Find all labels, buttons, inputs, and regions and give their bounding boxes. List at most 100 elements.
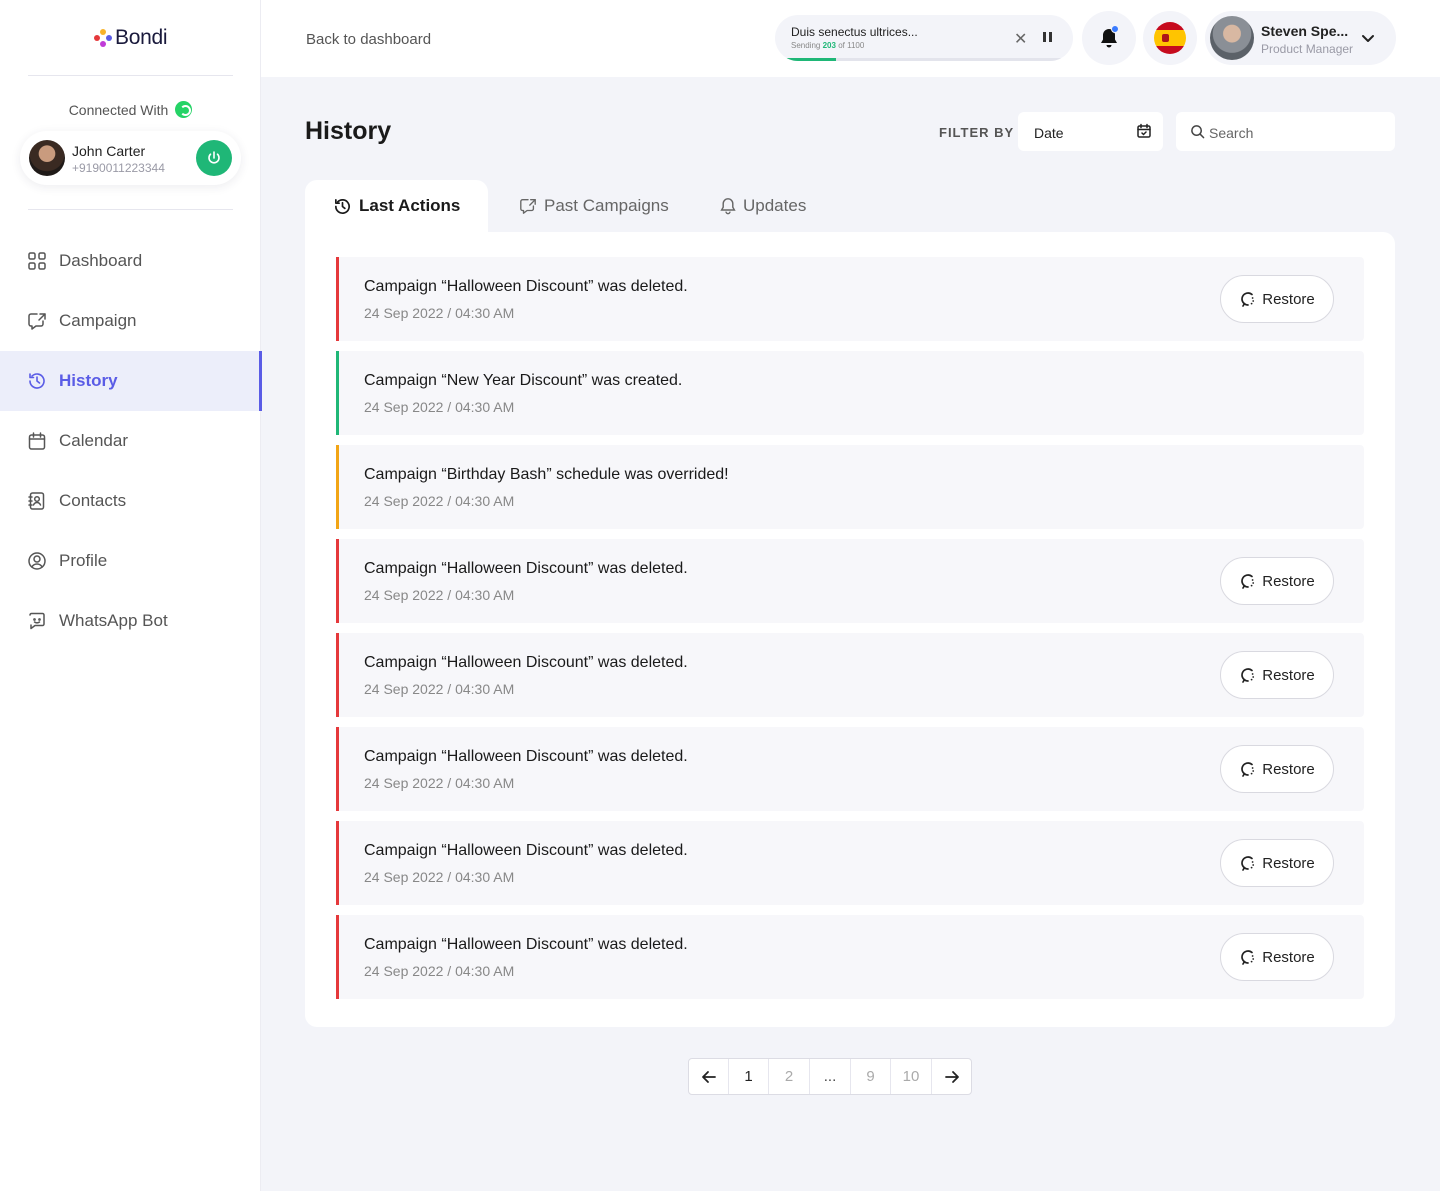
history-message: Campaign “Halloween Discount” was delete… [364, 936, 688, 953]
history-row: Campaign “Halloween Discount” was delete… [336, 915, 1364, 999]
chevron-down-icon [1362, 35, 1374, 42]
filter-label: FILTER BY [939, 125, 1015, 140]
search-placeholder: Search [1209, 125, 1254, 141]
top-bar: Back to dashboard Duis senectus ultrices… [261, 0, 1440, 77]
status-bar [336, 727, 339, 811]
history-message: Campaign “Halloween Discount” was delete… [364, 654, 688, 671]
back-to-dashboard-link[interactable]: Back to dashboard [306, 31, 431, 48]
connected-label: Connected With [68, 101, 169, 118]
sidebar-item-whatsapp-bot[interactable]: WhatsApp Bot [0, 591, 261, 651]
sending-campaign-title: Duis senectus ultrices... [791, 25, 918, 39]
tab-label: Past Campaigns [544, 196, 669, 215]
sending-sent-count: 203 [822, 41, 836, 50]
arrow-left-icon [701, 1070, 716, 1083]
sidebar-nav: Dashboard Campaign History Calendar Cont… [0, 231, 262, 651]
status-bar [336, 915, 339, 999]
restore-icon [1241, 762, 1255, 777]
sidebar-item-label: History [59, 371, 118, 390]
sidebar-item-label: Profile [59, 551, 108, 570]
page-button[interactable]: 1 [729, 1059, 769, 1094]
arrow-right-icon [944, 1070, 959, 1083]
close-icon[interactable]: ✕ [1014, 29, 1027, 49]
sidebar-item-label: Calendar [59, 431, 128, 450]
power-icon [208, 151, 220, 164]
history-message: Campaign “New Year Discount” was created… [364, 372, 683, 389]
next-page-button[interactable] [932, 1059, 971, 1094]
notification-dot [1111, 25, 1119, 33]
history-message: Campaign “Halloween Discount” was delete… [364, 560, 688, 577]
status-bar [336, 351, 339, 435]
tab-past-campaigns[interactable]: Past Campaigns [519, 180, 669, 232]
sidebar-item-calendar[interactable]: Calendar [0, 411, 261, 471]
sending-progress-fill [785, 58, 837, 61]
campaign-icon [520, 199, 536, 214]
sidebar-item-contacts[interactable]: Contacts [0, 471, 261, 531]
history-row: Campaign “Birthday Bash” schedule was ov… [336, 445, 1364, 529]
avatar [1210, 16, 1254, 60]
user-name: Steven Spe... [1261, 23, 1349, 39]
bell-icon [720, 198, 736, 215]
history-row: Campaign “Halloween Discount” was delete… [336, 633, 1364, 717]
whatsapp-icon [175, 101, 193, 118]
page-button[interactable]: 9 [851, 1059, 891, 1094]
history-timestamp: 24 Sep 2022 / 04:30 AM [364, 775, 515, 791]
tab-updates[interactable]: Updates [720, 180, 806, 232]
status-bar [336, 633, 339, 717]
restore-button[interactable]: Restore [1220, 839, 1334, 887]
spain-flag-icon [1154, 22, 1186, 54]
history-timestamp: 24 Sep 2022 / 04:30 AM [364, 587, 515, 603]
date-filter-input[interactable]: Date [1018, 112, 1163, 151]
sidebar-item-label: WhatsApp Bot [59, 611, 168, 630]
brand-logo[interactable]: Bondi [94, 26, 168, 50]
sidebar-item-dashboard[interactable]: Dashboard [0, 231, 261, 291]
sending-progress-widget: Duis senectus ultrices... Sending 203 of… [775, 15, 1073, 61]
history-timestamp: 24 Sep 2022 / 04:30 AM [364, 399, 515, 415]
calendar-icon [1137, 123, 1151, 138]
account-phone: +9190011223344 [72, 161, 165, 175]
connected-account-card: John Carter +9190011223344 [20, 131, 241, 185]
history-timestamp: 24 Sep 2022 / 04:30 AM [364, 869, 515, 885]
brand-name: Bondi [115, 26, 168, 49]
disconnect-button[interactable] [196, 140, 232, 176]
history-icon [29, 373, 45, 389]
previous-page-button[interactable] [689, 1059, 729, 1094]
tab-last-actions[interactable]: Last Actions [305, 180, 489, 232]
sidebar-item-label: Campaign [59, 311, 137, 330]
restore-button[interactable]: Restore [1220, 745, 1334, 793]
sidebar-item-label: Dashboard [59, 251, 143, 270]
history-timestamp: 24 Sep 2022 / 04:30 AM [364, 305, 515, 321]
sending-progress-bar [785, 58, 1063, 61]
divider [28, 75, 233, 76]
restore-button[interactable]: Restore [1220, 933, 1334, 981]
user-menu[interactable]: Steven Spe... Product Manager [1205, 11, 1396, 65]
restore-button[interactable]: Restore [1220, 275, 1334, 323]
history-timestamp: 24 Sep 2022 / 04:30 AM [364, 681, 515, 697]
restore-label: Restore [1262, 854, 1315, 872]
account-name: John Carter [72, 143, 146, 159]
pause-icon[interactable] [1043, 32, 1052, 42]
chat-bot-icon [29, 612, 45, 630]
notifications-button[interactable] [1082, 11, 1136, 65]
sidebar-item-profile[interactable]: Profile [0, 531, 261, 591]
search-input[interactable]: Search [1176, 112, 1395, 151]
page-title: History [305, 117, 392, 145]
restore-icon [1241, 950, 1255, 965]
restore-icon [1241, 574, 1255, 589]
restore-icon [1241, 292, 1255, 307]
history-message: Campaign “Birthday Bash” schedule was ov… [364, 466, 729, 483]
sidebar-item-history[interactable]: History [0, 351, 262, 411]
restore-label: Restore [1262, 666, 1315, 684]
logo-mark-icon [94, 29, 112, 47]
account-avatar [29, 140, 65, 176]
language-button[interactable] [1143, 11, 1197, 65]
restore-icon [1241, 856, 1255, 871]
page-button[interactable]: 10 [891, 1059, 932, 1094]
sidebar: Bondi Connected With John Carter +919001… [0, 0, 262, 1191]
restore-button[interactable]: Restore [1220, 557, 1334, 605]
restore-button[interactable]: Restore [1220, 651, 1334, 699]
sending-status: Sending 203 of 1100 [791, 41, 864, 50]
page-button[interactable]: 2 [769, 1059, 810, 1094]
sidebar-item-campaign[interactable]: Campaign [0, 291, 261, 351]
status-bar [336, 821, 339, 905]
divider [28, 209, 233, 210]
